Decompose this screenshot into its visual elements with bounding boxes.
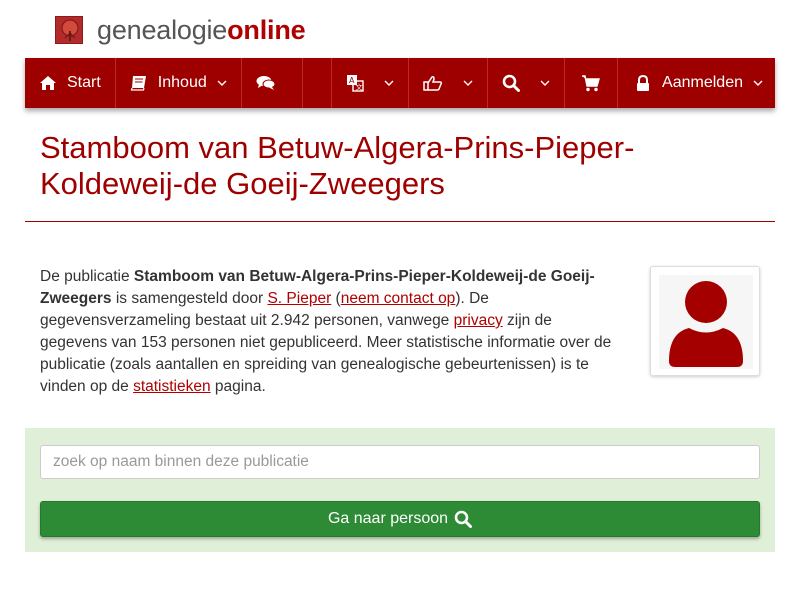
publication-description: De publicatie Stamboom van Betuw-Algera-… [40,266,620,398]
nav-aanmelden[interactable]: Aanmelden [618,58,775,108]
desc-text: ( [331,290,341,307]
comments-icon [256,75,276,91]
tree-logo-icon [55,16,83,44]
go-to-person-label: Ga naar persoon [327,510,449,527]
desc-text: is samengesteld door [111,290,268,307]
main-navbar: Start Inhoud A文 Aanmelden [25,58,775,108]
author-avatar[interactable] [650,266,760,376]
search-icon [454,510,473,528]
cart-icon [581,74,601,92]
nav-start[interactable]: Start [25,58,116,108]
chevron-down-icon [217,76,227,90]
nav-search[interactable] [488,58,566,108]
contact-link[interactable]: neem contact op [341,290,456,307]
thumbs-up-icon [423,75,443,91]
statistics-link[interactable]: statistieken [133,378,211,395]
nav-cart[interactable] [565,58,619,108]
nav-inhoud-label: Inhoud [157,74,207,91]
book-icon [130,75,148,91]
search-icon [502,74,521,92]
nav-comments[interactable] [242,58,303,108]
search-input[interactable] [40,445,760,479]
go-to-person-button[interactable]: Ga naar persoon [40,501,760,537]
nav-start-label: Start [67,74,101,91]
nav-aanmelden-label: Aanmelden [662,74,743,91]
translate-icon: A文 [346,74,364,92]
author-link[interactable]: S. Pieper [267,290,331,307]
desc-text: pagina. [210,378,266,395]
avatar-frame [659,275,753,369]
lock-icon [636,74,650,92]
home-icon [39,75,57,91]
search-panel: Ga naar persoon [25,428,775,552]
svg-text:文: 文 [356,83,363,92]
nav-spacer [303,58,333,108]
logo-text-part2: online [227,14,306,45]
logo-text-part1: genealogie [97,14,228,45]
site-logo[interactable]: genealogieonline [55,14,306,46]
title-divider [25,221,775,222]
chevron-down-icon [540,76,550,90]
privacy-link[interactable]: privacy [454,312,503,329]
chevron-down-icon [384,76,394,90]
nav-language[interactable]: A文 [332,58,410,108]
page-title: Stamboom van Betuw-Algera-Prins-Pieper-K… [40,130,635,201]
nav-social[interactable] [409,58,489,108]
logo-text: genealogieonline [97,14,306,46]
chevron-down-icon [463,76,473,90]
nav-inhoud[interactable]: Inhoud [116,58,242,108]
desc-text: De publicatie [40,268,134,285]
svg-text:A: A [349,76,355,85]
chevron-down-icon [753,76,763,90]
user-icon [669,281,743,367]
